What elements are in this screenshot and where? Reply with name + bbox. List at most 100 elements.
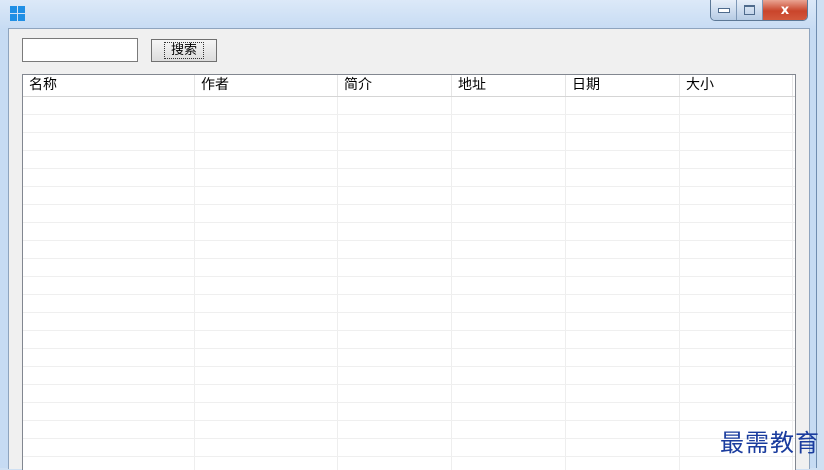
table-cell: [566, 421, 680, 438]
table-cell: [452, 385, 566, 402]
title-bar[interactable]: x: [0, 0, 816, 28]
table-cell: [338, 241, 452, 258]
maximize-button[interactable]: [737, 0, 763, 20]
table-row[interactable]: [23, 151, 795, 169]
table-cell: [23, 187, 195, 204]
table-cell: [23, 349, 195, 366]
table-cell: [195, 169, 338, 186]
results-list-view[interactable]: 名称 作者 简介 地址 日期 大小: [22, 74, 796, 470]
table-cell: [680, 97, 793, 114]
table-row[interactable]: [23, 457, 795, 470]
table-cell: [566, 439, 680, 456]
table-cell: [566, 313, 680, 330]
table-cell: [452, 349, 566, 366]
table-cell: [680, 115, 793, 132]
table-row[interactable]: [23, 385, 795, 403]
table-row[interactable]: [23, 367, 795, 385]
watermark-text: 最需教育: [720, 429, 820, 457]
column-header[interactable]: 作者: [195, 75, 338, 96]
close-button[interactable]: x: [763, 0, 807, 20]
table-cell: [452, 151, 566, 168]
column-header[interactable]: 地址: [452, 75, 566, 96]
table-cell: [566, 169, 680, 186]
search-button-label: 搜索: [163, 42, 204, 59]
table-cell: [338, 349, 452, 366]
table-cell: [23, 223, 195, 240]
table-cell: [338, 151, 452, 168]
table-row[interactable]: [23, 223, 795, 241]
table-cell: [452, 403, 566, 420]
table-cell: [566, 331, 680, 348]
table-cell: [195, 313, 338, 330]
table-cell: [566, 151, 680, 168]
table-cell: [566, 295, 680, 312]
table-cell: [195, 133, 338, 150]
table-cell: [680, 331, 793, 348]
table-cell: [452, 259, 566, 276]
table-cell: [338, 187, 452, 204]
table-cell: [452, 367, 566, 384]
table-row[interactable]: [23, 349, 795, 367]
table-cell: [195, 241, 338, 258]
minimize-button[interactable]: [711, 0, 737, 20]
column-header[interactable]: 简介: [338, 75, 452, 96]
column-header[interactable]: 大小: [680, 75, 793, 96]
table-cell: [23, 403, 195, 420]
table-row[interactable]: [23, 403, 795, 421]
table-cell: [195, 457, 338, 470]
table-cell: [452, 169, 566, 186]
table-cell: [23, 241, 195, 258]
column-header[interactable]: 日期: [566, 75, 680, 96]
table-cell: [23, 457, 195, 470]
maximize-icon: [744, 5, 755, 15]
table-cell: [566, 223, 680, 240]
table-cell: [566, 259, 680, 276]
table-cell: [452, 241, 566, 258]
table-cell: [23, 367, 195, 384]
table-cell: [452, 187, 566, 204]
table-cell: [338, 259, 452, 276]
table-cell: [338, 385, 452, 402]
table-cell: [680, 385, 793, 402]
table-row[interactable]: [23, 115, 795, 133]
table-row[interactable]: [23, 187, 795, 205]
table-row[interactable]: [23, 421, 795, 439]
search-button[interactable]: 搜索: [151, 39, 217, 62]
table-row[interactable]: [23, 241, 795, 259]
table-row[interactable]: [23, 439, 795, 457]
table-cell: [195, 151, 338, 168]
table-cell: [23, 205, 195, 222]
table-cell: [680, 259, 793, 276]
list-rows: [23, 97, 795, 470]
table-cell: [566, 457, 680, 470]
table-cell: [23, 295, 195, 312]
table-cell: [195, 277, 338, 294]
table-cell: [195, 367, 338, 384]
table-cell: [338, 367, 452, 384]
table-cell: [680, 241, 793, 258]
table-cell: [566, 205, 680, 222]
table-cell: [195, 385, 338, 402]
table-row[interactable]: [23, 97, 795, 115]
table-cell: [23, 97, 195, 114]
close-icon: x: [780, 2, 790, 18]
table-row[interactable]: [23, 205, 795, 223]
table-cell: [566, 115, 680, 132]
table-row[interactable]: [23, 133, 795, 151]
table-row[interactable]: [23, 259, 795, 277]
table-row[interactable]: [23, 169, 795, 187]
column-header[interactable]: 名称: [23, 75, 195, 96]
table-row[interactable]: [23, 313, 795, 331]
table-cell: [680, 133, 793, 150]
table-cell: [23, 151, 195, 168]
search-input[interactable]: [22, 38, 138, 62]
table-cell: [338, 421, 452, 438]
minimize-icon: [717, 7, 730, 13]
table-cell: [195, 259, 338, 276]
table-cell: [338, 439, 452, 456]
table-row[interactable]: [23, 277, 795, 295]
app-window: x 搜索 名称 作者 简介 地址 日期 大小: [0, 0, 817, 470]
table-row[interactable]: [23, 295, 795, 313]
table-cell: [195, 349, 338, 366]
table-row[interactable]: [23, 331, 795, 349]
